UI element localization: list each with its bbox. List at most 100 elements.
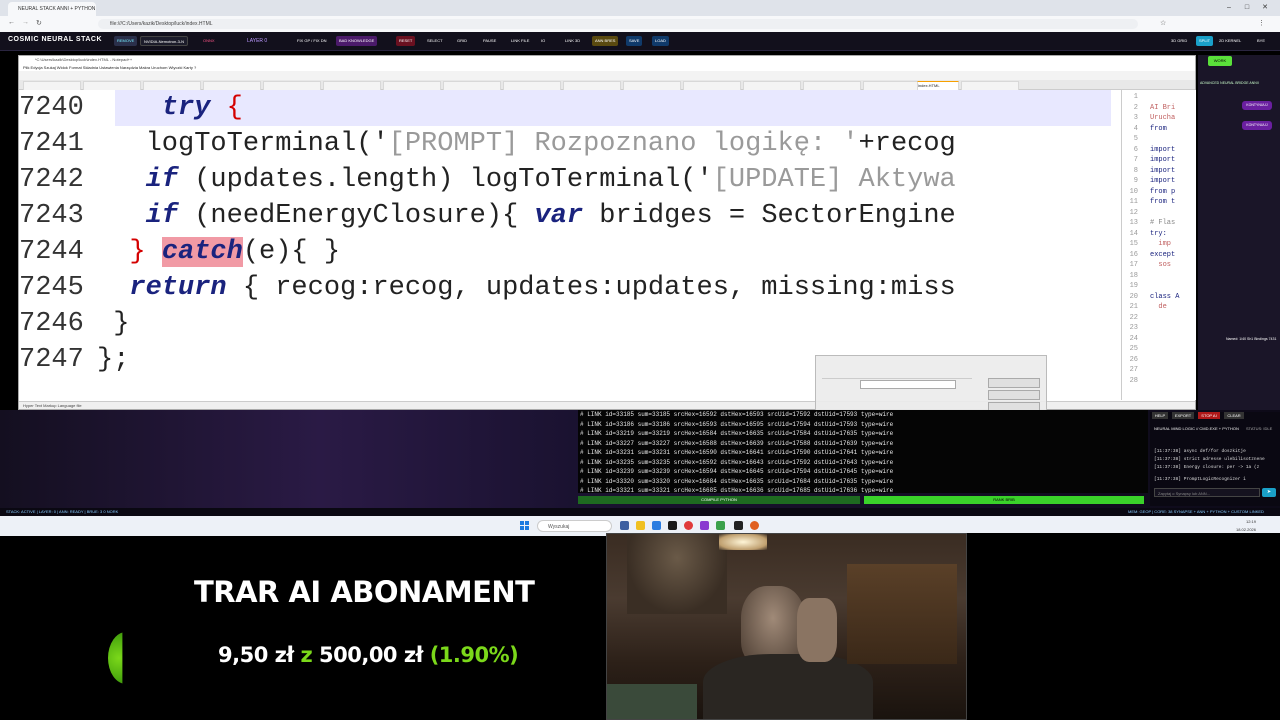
code-line: 7 import: [1122, 155, 1196, 166]
code-line: 20 class A: [1122, 292, 1196, 303]
2d-kernel-button[interactable]: 2D KERNEL: [1216, 36, 1244, 46]
select-button[interactable]: SELECT: [424, 36, 446, 46]
link-file-button[interactable]: LINK FILE: [508, 36, 532, 46]
link-console[interactable]: # LINK id=33185 sum=33185 srcHex=16592 d…: [578, 410, 1148, 493]
app-icon[interactable]: [700, 521, 709, 530]
bad-knowledge-button[interactable]: BAD KNOWLEDGE: [336, 36, 378, 46]
code-line: 22: [1122, 313, 1196, 324]
code-line: 2 AI Bri: [1122, 103, 1196, 114]
task-view-icon[interactable]: [620, 521, 629, 530]
firefox-icon[interactable]: [750, 521, 759, 530]
line-number: 26: [1129, 355, 1138, 364]
log-line: [11:37:38] strict adresse ulebilisotznen…: [1154, 457, 1265, 462]
file-explorer-icon[interactable]: [636, 521, 645, 530]
line-text: Urucha: [1150, 114, 1176, 122]
line-number: 1: [1133, 93, 1138, 101]
find-input[interactable]: [860, 380, 956, 389]
console-line: # LINK id=33231 sum=33231 srcHex=16590 d…: [580, 449, 894, 456]
menu-icon[interactable]: ⋮: [1258, 19, 1265, 27]
run-button[interactable]: RANK BRIB: [864, 496, 1144, 504]
code-line: 8 import: [1122, 166, 1196, 177]
split-button[interactable]: SPLIT: [1196, 36, 1214, 46]
onnx-button[interactable]: ONNX: [200, 36, 218, 46]
code-editor[interactable]: 7240 try { 7241 logToTerminal('[PROMPT] …: [19, 90, 1111, 400]
log-line: [11:37:38] async def/for doszkitje: [1154, 449, 1246, 454]
export-button[interactable]: EXPORT: [1172, 412, 1194, 419]
log-line: [11:37:38] PromptLogicRecognizer i: [1154, 477, 1246, 482]
find-dialog-tabs[interactable]: [822, 370, 972, 379]
send-icon[interactable]: ➤: [1262, 488, 1276, 497]
close-icon[interactable]: ✕: [1258, 3, 1272, 13]
ann-bres-button[interactable]: ANN BRES: [592, 36, 619, 46]
model-select[interactable]: NVIDIA-Nemotron-3-N: [140, 36, 189, 46]
help-button[interactable]: HELP: [1152, 412, 1168, 419]
find-next-button[interactable]: [988, 378, 1040, 388]
code-line: 16 except: [1122, 250, 1196, 261]
grid-button[interactable]: GRID: [454, 36, 470, 46]
pause-button[interactable]: PAUSE: [480, 36, 499, 46]
clock-date[interactable]: 18.02.2026: [1220, 527, 1256, 532]
line-number: 8: [1133, 166, 1138, 175]
io-button[interactable]: IO: [538, 36, 548, 46]
code-line: 21 de: [1122, 302, 1196, 313]
ai-query-input[interactable]: Zapytaj o Synapsy lub ANN...: [1154, 488, 1260, 497]
code-line: 18: [1122, 271, 1196, 282]
address-bar[interactable]: file:///C:/Users/kazik/Desktop/luck/inde…: [98, 19, 1138, 29]
neural-status: STATUS: IDLE: [1246, 426, 1273, 431]
app-icon[interactable]: [668, 521, 677, 530]
3d-grid-button[interactable]: 3D GRID: [1168, 36, 1190, 46]
work-button[interactable]: WORK: [1208, 56, 1232, 66]
notepad-title: *C:\Users\kazik\Desktop\luck\index.HTML …: [19, 56, 1195, 64]
link-3d-button[interactable]: LINK 3D: [562, 36, 583, 46]
line-number: 17: [1129, 261, 1138, 269]
clock-time[interactable]: 12:19: [1226, 519, 1256, 524]
secondary-editor[interactable]: 1 2 AI Bri 3 Urucha 4 from 5 6 import 7 import 8 impo…: [1121, 90, 1196, 400]
line-number: 14: [1129, 229, 1138, 238]
line-number: 9: [1133, 177, 1138, 185]
continue-button[interactable]: KONTYNUUJ: [1242, 121, 1272, 130]
clear-button[interactable]: CLEAR: [1224, 412, 1244, 419]
taskbar-search[interactable]: Wyszukaj: [537, 520, 612, 532]
fix-gp-button[interactable]: FIX GP / FIX DN: [294, 36, 330, 46]
chrome-icon[interactable]: [684, 521, 693, 530]
notepad-menu[interactable]: Plik Edycja Szukaj Widok Format Składnia…: [19, 64, 1195, 71]
browser-tab[interactable]: NEURAL STACK ANNI + PYTHON P...: [8, 2, 96, 16]
code-line: 11 from t: [1122, 197, 1196, 208]
terminal-icon[interactable]: [734, 521, 743, 530]
node-info: Named: 1/40 Sh1 Bindings 7431: [1226, 337, 1277, 341]
minimize-icon[interactable]: –: [1222, 3, 1236, 13]
compile-python-button[interactable]: COMPILE PYTHON: [578, 496, 860, 504]
stream-overlay: [0, 536, 606, 720]
load-button[interactable]: LOAD: [652, 36, 669, 46]
stop-ai-button[interactable]: STOP AI: [1198, 412, 1220, 419]
console-line: # LINK id=33186 sum=33186 srcHex=16593 d…: [580, 420, 894, 428]
reset-button[interactable]: RESET: [396, 36, 416, 46]
donation-amount: 9,50 zł z 500,00 zł (1.90%): [218, 643, 519, 667]
line-number: 19: [1129, 282, 1138, 290]
line-text: import: [1150, 156, 1176, 164]
line-number: 4: [1133, 124, 1138, 133]
line-number: 20: [1129, 292, 1138, 301]
line-number: 7: [1133, 156, 1138, 164]
code-line: 25: [1122, 344, 1196, 355]
back-icon[interactable]: ←: [8, 19, 15, 26]
code-line: 12: [1122, 208, 1196, 219]
maximize-icon[interactable]: □: [1240, 3, 1254, 13]
notepad-toolbar[interactable]: [19, 71, 1195, 80]
count-button[interactable]: [988, 390, 1040, 400]
save-button[interactable]: SAVE: [626, 36, 643, 46]
remove-button[interactable]: REMOVE: [114, 36, 138, 46]
reload-icon[interactable]: ↻: [36, 19, 42, 27]
forward-icon[interactable]: →: [22, 19, 29, 26]
bye-button[interactable]: BYE: [1254, 36, 1268, 46]
layer-indicator[interactable]: LAYER 0: [244, 36, 270, 46]
line-text: import: [1150, 166, 1176, 175]
edge-icon[interactable]: [652, 521, 661, 530]
notepad-plus-icon[interactable]: [716, 521, 725, 530]
continue-button[interactable]: KONTYNUUJ: [1242, 101, 1272, 110]
bookmark-icon[interactable]: ☆: [1160, 19, 1166, 27]
webcam-feed: [606, 533, 967, 720]
windows-start-icon[interactable]: [520, 521, 530, 531]
person-hand: [797, 598, 837, 662]
line-number: 3: [1133, 114, 1138, 122]
